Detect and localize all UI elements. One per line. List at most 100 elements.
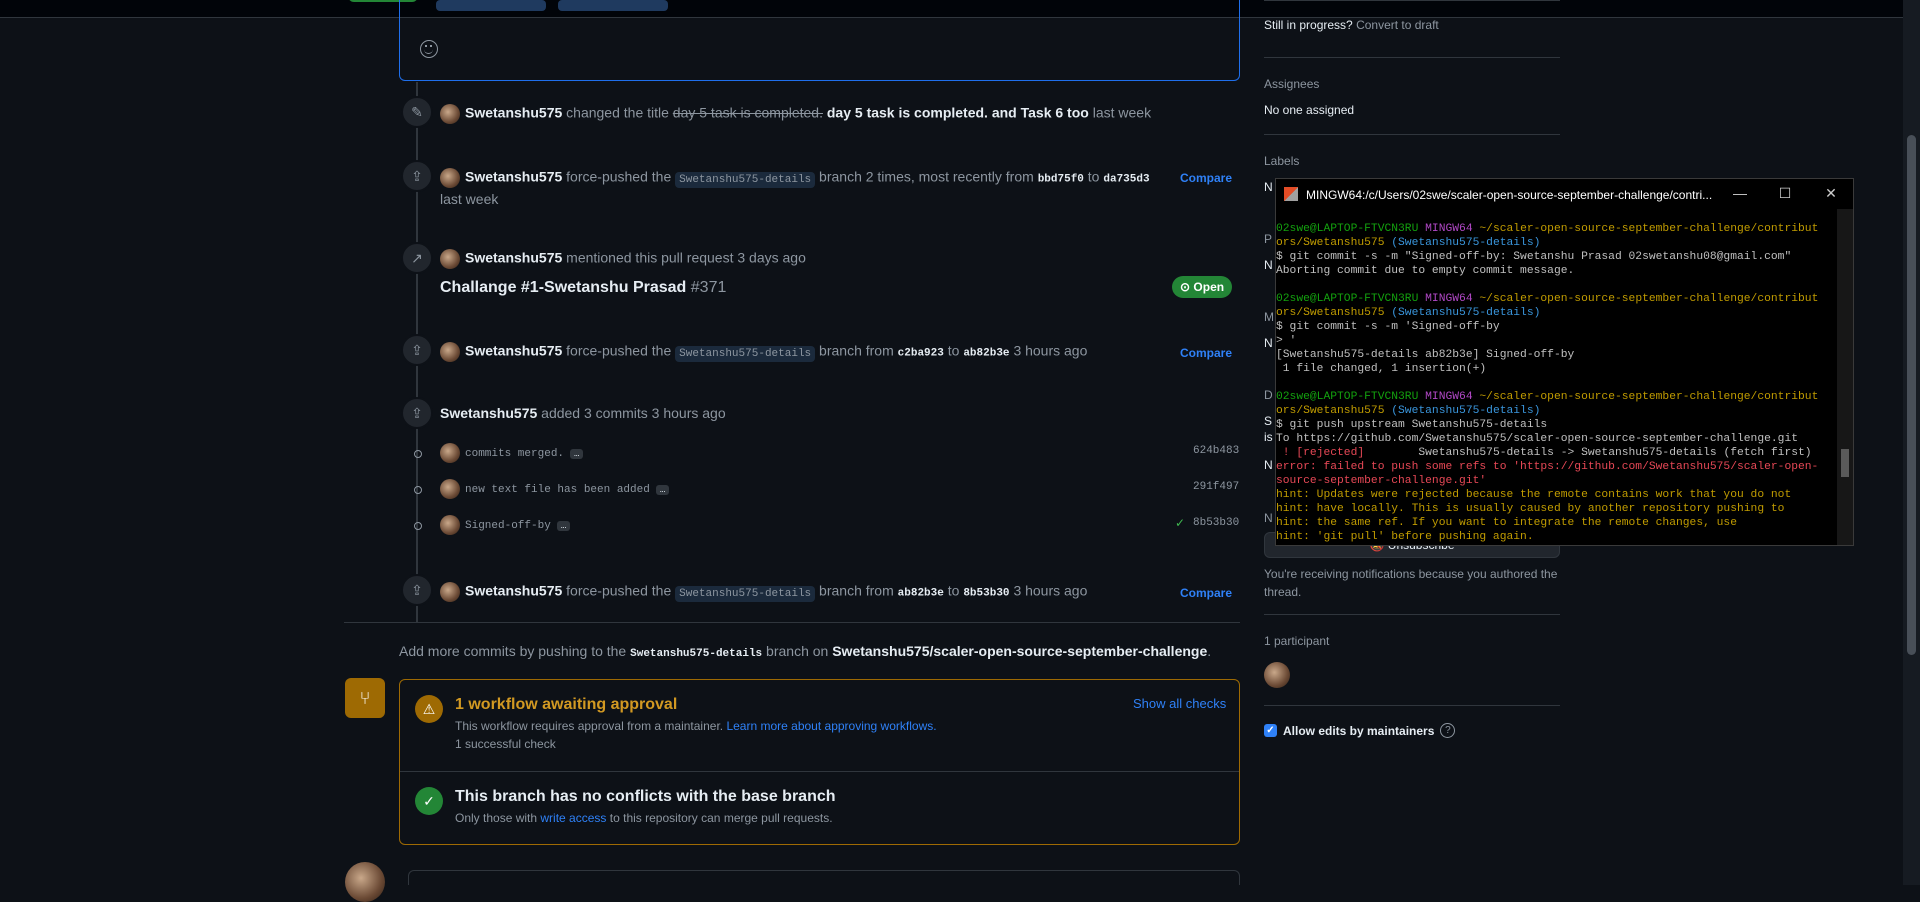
check-icon[interactable]: ✓ [1175, 516, 1185, 530]
hint-text: Add more commits by pushing to the [399, 643, 627, 659]
branch-name[interactable]: Swetanshu575-details [675, 171, 816, 188]
pr-title-link[interactable]: Challange #1-Swetanshu Prasad [440, 279, 686, 296]
terminal-line: ors/Swetanshu575 (Swetanshu575-details) [1276, 306, 1836, 320]
terminal-text: 1 file changed, 1 insertion(+) [1276, 363, 1487, 375]
terminal-titlebar[interactable]: MINGW64:/c/Users/02swe/scaler-open-sourc… [1276, 179, 1853, 209]
event-time[interactable]: 3 hours ago [1013, 343, 1087, 359]
development-value: is [1264, 430, 1273, 444]
write-access-link[interactable]: write access [540, 811, 606, 825]
expand-commit-button[interactable]: … [570, 448, 584, 459]
draft-prompt: Still in progress? Convert to draft [1264, 18, 1439, 32]
terminal-output[interactable]: 02swe@LAPTOP-FTVCN3RU MINGW64 ~/scaler-o… [1276, 222, 1836, 542]
page-scrollbar[interactable] [1903, 0, 1920, 885]
maximize-icon[interactable]: ☐ [1775, 185, 1795, 202]
terminal-line: 02swe@LAPTOP-FTVCN3RU MINGW64 ~/scaler-o… [1276, 390, 1836, 404]
terminal-text: > ' [1276, 335, 1297, 347]
git-commit-icon [411, 519, 425, 533]
allow-edits-checkbox[interactable]: ✓ [1264, 724, 1277, 737]
close-icon[interactable]: ✕ [1821, 185, 1841, 202]
avatar[interactable] [440, 104, 460, 124]
pencil-icon: ✎ [401, 96, 433, 128]
user-link[interactable]: Swetanshu575 [465, 105, 562, 121]
avatar[interactable] [440, 168, 460, 188]
commit-hash[interactable]: 291f497 [1193, 481, 1239, 493]
development-heading[interactable]: D [1264, 388, 1273, 402]
pr-number: #371 [690, 279, 727, 296]
branch-name[interactable]: Swetanshu575-details [675, 345, 816, 362]
force-push-event: Swetanshu575 force-pushed the Swetanshu5… [440, 582, 1087, 602]
user-link[interactable]: Swetanshu575 [465, 583, 562, 599]
expand-commit-button[interactable]: … [655, 484, 670, 495]
commit-sha[interactable]: bbd75f0 [1038, 174, 1084, 186]
terminal-line: $ git commit -s -m "Signed-off-by: Sweta… [1276, 250, 1836, 264]
repo-push-icon: ⇪ [401, 397, 433, 429]
compare-button[interactable]: Compare [1180, 586, 1232, 600]
emoji-reaction-icon[interactable] [420, 40, 438, 58]
commit-message[interactable]: Signed-off-by [465, 520, 551, 532]
hint-text: branch on [766, 643, 829, 659]
show-all-checks-button[interactable]: Show all checks [1133, 696, 1226, 711]
event-time[interactable]: 3 days ago [737, 250, 806, 266]
event-time[interactable]: last week [1093, 105, 1151, 121]
avatar[interactable] [440, 342, 460, 362]
avatar[interactable] [440, 582, 460, 602]
referenced-pr: Challange #1-Swetanshu Prasad #371 [440, 279, 726, 297]
check-circle-icon: ✓ [415, 787, 443, 815]
notification-reason: You're receiving notifications because y… [1264, 567, 1558, 599]
avatar[interactable] [440, 443, 460, 463]
terminal-line: error: failed to push some refs to 'http… [1276, 460, 1836, 474]
event-time[interactable]: 3 hours ago [652, 405, 726, 421]
commit-sha[interactable]: da735d3 [1103, 174, 1149, 186]
commit-sha[interactable]: ab82b3e [898, 588, 944, 600]
commit-sha[interactable]: ab82b3e [963, 348, 1009, 360]
terminal-scrollbar[interactable] [1837, 209, 1853, 545]
conflict-title: This branch has no conflicts with the ba… [455, 788, 836, 805]
terminal-text: [Swetanshu575-details ab82b3e] Signed-of… [1276, 349, 1575, 361]
avatar[interactable] [440, 515, 460, 535]
commit-message[interactable]: commits merged. [465, 448, 564, 460]
user-link[interactable]: Swetanshu575 [465, 250, 562, 266]
participant-avatar[interactable] [1264, 662, 1290, 688]
avatar[interactable] [345, 862, 385, 902]
question-icon[interactable]: ? [1440, 723, 1456, 738]
new-title: day 5 task is completed. and Task 6 too [826, 104, 1089, 121]
user-link[interactable]: Swetanshu575 [440, 405, 537, 421]
event-time[interactable]: 3 hours ago [1013, 583, 1087, 599]
workflow-title: 1 workflow awaiting approval [455, 696, 678, 713]
conflict-desc-text: Only those with [455, 811, 538, 825]
event-time[interactable]: last week [440, 191, 498, 207]
user-link[interactable]: Swetanshu575 [465, 169, 562, 185]
avatar[interactable] [440, 249, 460, 269]
commit-hash[interactable]: 624b483 [1193, 445, 1239, 457]
labels-value: N [1264, 180, 1273, 194]
terminal-title: MINGW64:/c/Users/02swe/scaler-open-sourc… [1306, 188, 1713, 202]
commit-message[interactable]: new text file has been added [465, 484, 650, 496]
comment-editor-toolbar [408, 870, 1240, 885]
branch-name[interactable]: Swetanshu575-details [630, 648, 762, 660]
repo-link[interactable]: Swetanshu575/scaler-open-source-septembe… [832, 643, 1207, 659]
conflict-desc-text: to this repository can merge pull reques… [609, 811, 833, 825]
commit-hash[interactable]: 8b53b30 [1193, 517, 1239, 529]
avatar[interactable] [440, 479, 460, 499]
labels-heading[interactable]: Labels [1264, 154, 1299, 168]
expand-commit-button[interactable]: … [556, 520, 571, 531]
terminal-text: 02swe@LAPTOP-FTVCN3RU [1276, 391, 1426, 403]
compare-button[interactable]: Compare [1180, 346, 1232, 360]
assignees-heading[interactable]: Assignees [1264, 77, 1319, 91]
event-action: branch 2 times, most recently from [819, 168, 1034, 185]
minimize-icon[interactable]: — [1730, 185, 1750, 201]
convert-to-draft-link[interactable]: Convert to draft [1356, 18, 1439, 32]
compare-button[interactable]: Compare [1180, 171, 1232, 185]
terminal-line: 1 file changed, 1 insertion(+) [1276, 362, 1836, 376]
terminal-text: hint: have locally. This is usually caus… [1276, 503, 1785, 515]
learn-more-link[interactable]: Learn more about approving workflows. [726, 719, 936, 733]
title-change-event: Swetanshu575 changed the title day 5 tas… [440, 104, 1151, 124]
branch-name[interactable]: Swetanshu575-details [675, 585, 816, 602]
commit-sha[interactable]: 8b53b30 [963, 588, 1009, 600]
projects-heading[interactable]: P [1264, 232, 1272, 246]
user-link[interactable]: Swetanshu575 [465, 343, 562, 359]
milestone-heading[interactable]: M [1264, 310, 1274, 324]
terminal-text: $ git push upstream Swetanshu575-details [1276, 419, 1548, 431]
commit-sha[interactable]: c2ba923 [898, 348, 944, 360]
terminal-line: Aborting commit due to empty commit mess… [1276, 264, 1836, 278]
